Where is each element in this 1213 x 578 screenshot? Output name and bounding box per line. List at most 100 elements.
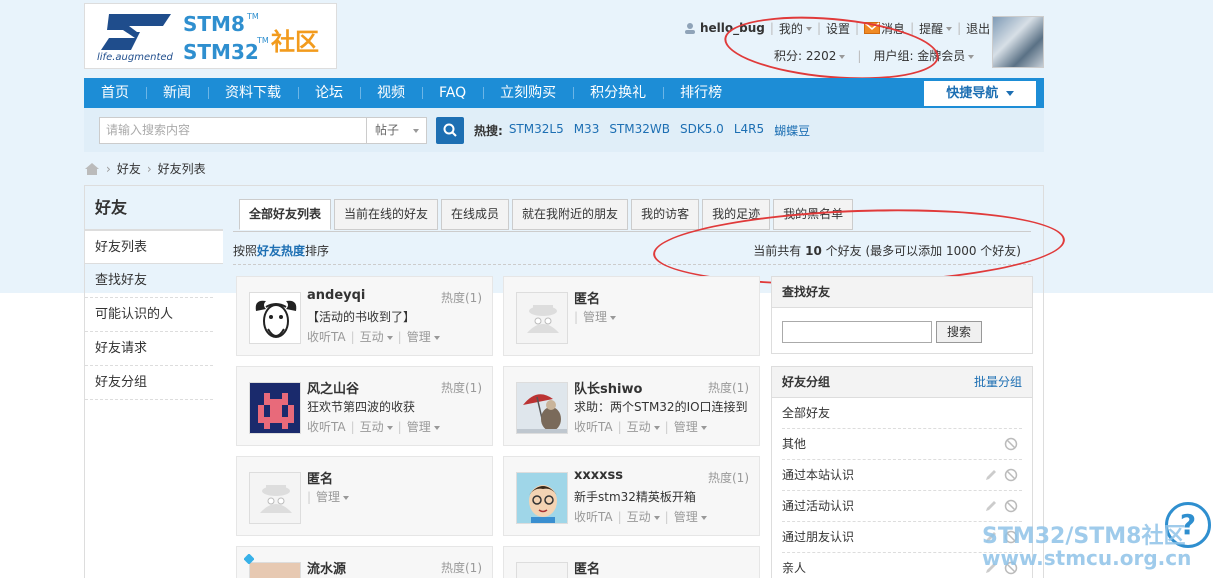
- search-input[interactable]: 请输入搜索内容: [99, 117, 367, 144]
- follow-link[interactable]: 收听TA: [574, 510, 613, 524]
- friend-name[interactable]: 流水源: [307, 558, 346, 577]
- pencil-icon[interactable]: [984, 468, 998, 482]
- tab-my-visitors[interactable]: 我的访客: [631, 199, 700, 230]
- friend-heat: 热度(1): [708, 471, 749, 485]
- follow-link[interactable]: 收听TA: [574, 420, 613, 434]
- interact-menu[interactable]: 互动: [360, 420, 393, 434]
- user-avatar[interactable]: [992, 16, 1044, 68]
- ban-icon[interactable]: [1004, 499, 1018, 513]
- ban-icon[interactable]: [1004, 468, 1018, 482]
- friend-avatar[interactable]: [516, 292, 568, 344]
- friend-avatar[interactable]: [249, 562, 301, 578]
- reminders-menu[interactable]: 提醒: [919, 20, 953, 37]
- logo-community: 社区: [271, 28, 319, 56]
- nav-item-home[interactable]: 首页: [84, 78, 146, 108]
- find-friend-title: 查找好友: [772, 277, 1032, 308]
- friend-status[interactable]: 狂欢节第四波的收获: [307, 398, 483, 415]
- friend-status[interactable]: 求助：两个STM32的IO口连接到: [574, 398, 750, 415]
- friend-avatar[interactable]: [516, 472, 568, 524]
- friend-name[interactable]: 队长shiwo: [574, 378, 642, 397]
- group-item[interactable]: 全部好友: [782, 398, 1022, 429]
- user-icon: [685, 23, 695, 34]
- tab-all-friends[interactable]: 全部好友列表: [239, 199, 332, 230]
- breadcrumb-friends[interactable]: 好友: [117, 160, 141, 177]
- manage-menu[interactable]: 管理: [583, 310, 617, 324]
- batch-group-link[interactable]: 批量分组: [974, 367, 1022, 398]
- nav-item-forum[interactable]: 论坛: [298, 78, 360, 108]
- find-friend-input[interactable]: [782, 321, 932, 343]
- friend-actions: | 管理: [574, 308, 617, 325]
- group-item[interactable]: 通过本站认识: [782, 460, 1022, 491]
- manage-menu[interactable]: 管理: [407, 420, 440, 434]
- sidebar-item-may-know[interactable]: 可能认识的人: [85, 298, 213, 332]
- manage-menu[interactable]: 管理: [316, 490, 350, 504]
- group-item[interactable]: 其他: [782, 429, 1022, 460]
- nav-item-ranking[interactable]: 排行榜: [663, 78, 739, 108]
- nav-item-downloads[interactable]: 资料下载: [208, 78, 298, 108]
- hot-search-link[interactable]: 蝴蝶豆: [774, 122, 810, 139]
- search-button[interactable]: [436, 117, 464, 144]
- interact-menu[interactable]: 互动: [627, 510, 660, 524]
- friend-name[interactable]: xxxxss: [574, 468, 623, 483]
- nav-item-faq[interactable]: FAQ: [422, 78, 483, 108]
- umbrella-avatar-icon: [517, 383, 567, 433]
- friend-avatar[interactable]: [516, 382, 568, 434]
- friend-name[interactable]: 风之山谷: [307, 378, 359, 397]
- friend-name[interactable]: 匿名: [574, 288, 600, 307]
- follow-link[interactable]: 收听TA: [307, 420, 346, 434]
- pixel-invader-avatar-icon: [250, 383, 300, 433]
- site-logo[interactable]: life.augmented STM8 TM STM32 TM 社区: [84, 3, 337, 69]
- hot-search-link[interactable]: M33: [574, 122, 600, 139]
- friend-avatar[interactable]: [249, 292, 301, 344]
- interact-menu[interactable]: 互动: [360, 330, 393, 344]
- interact-menu[interactable]: 互动: [627, 420, 660, 434]
- follow-link[interactable]: 收听TA: [307, 330, 346, 344]
- friend-heat: 热度(1): [441, 381, 482, 395]
- site-header: life.augmented STM8 TM STM32 TM 社区 hello…: [84, 0, 1044, 88]
- hot-search-link[interactable]: L4R5: [734, 122, 764, 139]
- tab-online-friends[interactable]: 当前在线的好友: [334, 199, 439, 230]
- search-type-select[interactable]: 帖子: [367, 117, 427, 144]
- breadcrumb-friend-list[interactable]: 好友列表: [158, 160, 206, 177]
- nav-item-video[interactable]: 视频: [360, 78, 422, 108]
- sort-key-link[interactable]: 好友热度: [257, 244, 305, 258]
- hot-search-link[interactable]: SDK5.0: [680, 122, 724, 139]
- friend-actions: 收听TA | 互动 | 管理: [574, 418, 707, 435]
- search-bar: 请输入搜索内容 帖子 热搜: STM32L5 M33 STM32WB SDK5.…: [84, 108, 1044, 152]
- find-friend-button[interactable]: 搜索: [936, 321, 982, 343]
- hot-search-link[interactable]: STM32L5: [509, 122, 564, 139]
- sidebar-item-friend-groups[interactable]: 好友分组: [85, 366, 213, 400]
- manage-menu[interactable]: 管理: [407, 330, 440, 344]
- friend-name[interactable]: 匿名: [574, 558, 600, 577]
- sidebar-item-friend-list[interactable]: 好友列表: [85, 230, 223, 264]
- sort-info: 按照好友热度排序: [233, 244, 330, 258]
- friend-name[interactable]: 匿名: [307, 468, 333, 487]
- chevron-down-icon: [946, 27, 953, 31]
- anonymous-avatar-icon: [517, 293, 567, 343]
- friend-card: 流水源 热度(1): [236, 546, 493, 578]
- logo-tagline: life.augmented: [97, 52, 173, 63]
- nav-item-news[interactable]: 新闻: [146, 78, 208, 108]
- tab-nearby-friends[interactable]: 就在我附近的朋友: [512, 199, 629, 230]
- hot-search-link[interactable]: STM32WB: [609, 122, 670, 139]
- home-icon[interactable]: [84, 162, 100, 176]
- sidebar-item-find-friends[interactable]: 查找好友: [85, 264, 213, 298]
- friend-status[interactable]: 新手stm32精英板开箱: [574, 488, 750, 505]
- ban-icon[interactable]: [1004, 437, 1018, 451]
- nav-item-buy[interactable]: 立刻购买: [483, 78, 573, 108]
- friend-avatar[interactable]: [249, 382, 301, 434]
- friend-avatar[interactable]: [249, 472, 301, 524]
- nav-item-points-gift[interactable]: 积分换礼: [573, 78, 663, 108]
- pencil-icon[interactable]: [984, 499, 998, 513]
- friend-avatar[interactable]: [516, 562, 568, 578]
- friend-status[interactable]: 【活动的书收到了】: [307, 308, 483, 325]
- sidebar-item-friend-requests[interactable]: 好友请求: [85, 332, 213, 366]
- tab-online-members[interactable]: 在线成员: [441, 199, 510, 230]
- logout-link[interactable]: 退出: [966, 20, 990, 37]
- chevron-down-icon: [433, 335, 440, 340]
- friend-name[interactable]: andeyqi: [307, 288, 365, 303]
- quick-nav-button[interactable]: 快捷导航: [924, 81, 1036, 106]
- chevron-down-icon: [386, 425, 393, 430]
- manage-menu[interactable]: 管理: [674, 510, 707, 524]
- manage-menu[interactable]: 管理: [674, 420, 707, 434]
